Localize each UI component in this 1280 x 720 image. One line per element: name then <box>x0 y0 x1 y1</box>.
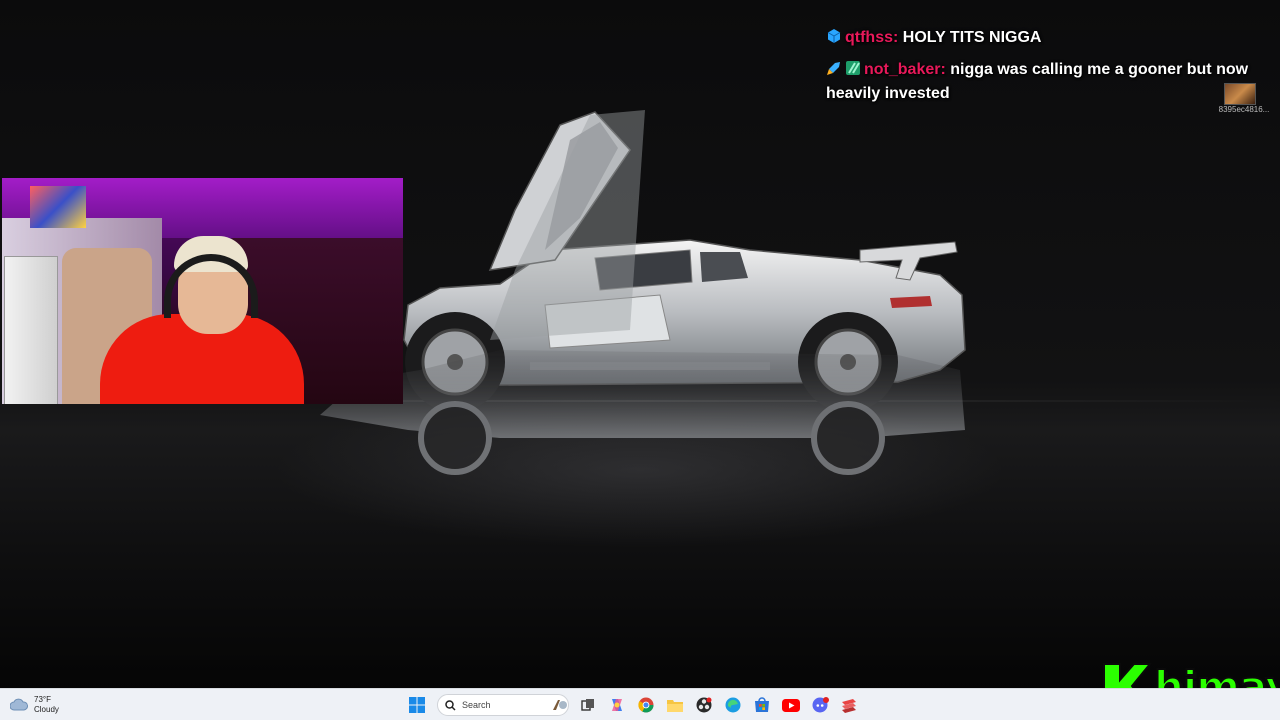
cloudy-weather-icon <box>10 698 28 711</box>
search-highlight-icon <box>553 700 567 710</box>
stream-screen: qtfhss: HOLY TITS NIGGA not_baker: nigga… <box>0 0 1280 720</box>
search-icon <box>445 699 456 711</box>
weather-widget[interactable]: 73°F Cloudy <box>10 693 59 717</box>
weather-temp: 73°F <box>34 695 51 704</box>
task-view-button[interactable] <box>575 692 601 718</box>
microsoft-store-icon <box>755 697 769 712</box>
chat-text: HOLY TITS NIGGA <box>902 29 1042 46</box>
chat-message: not_baker: nigga was calling me a gooner… <box>826 58 1278 106</box>
edge-icon <box>725 697 741 713</box>
cube-badge-icon <box>827 29 841 43</box>
lamborghini-car-image <box>320 110 966 475</box>
webcam-poster <box>30 186 86 228</box>
chrome-button[interactable] <box>633 692 659 718</box>
stripes-badge-icon <box>846 61 860 75</box>
stack-app-button[interactable] <box>836 692 862 718</box>
edge-button[interactable] <box>720 692 746 718</box>
windows-start-icon <box>409 697 425 713</box>
stack-app-icon <box>842 699 856 713</box>
youtube-button[interactable] <box>778 692 804 718</box>
obs-button[interactable] <box>691 692 717 718</box>
rocket-badge-icon <box>827 62 840 75</box>
weather-text: 73°F Cloudy <box>34 695 59 715</box>
windows-taskbar: 73°F Cloudy Search <box>0 688 1280 720</box>
microsoft-store-button[interactable] <box>749 692 775 718</box>
emote-caption: 8395ec4816... <box>1218 105 1270 114</box>
windows-start-button[interactable] <box>404 692 430 718</box>
file-explorer-button[interactable] <box>662 692 688 718</box>
obs-icon <box>696 697 712 713</box>
discord-icon <box>812 697 829 713</box>
chrome-icon <box>638 697 654 713</box>
file-explorer-icon <box>667 700 683 712</box>
task-view-icon <box>581 699 594 711</box>
taskbar-apps: Search <box>404 692 865 718</box>
streamer-webcam <box>2 178 403 404</box>
taskbar-search-box[interactable]: Search <box>437 694 569 716</box>
chat-username: not_baker: <box>864 61 946 78</box>
discord-button[interactable] <box>807 692 833 718</box>
search-placeholder: Search <box>462 700 491 710</box>
chat-username: qtfhss: <box>845 29 899 46</box>
chat-overlay: qtfhss: HOLY TITS NIGGA not_baker: nigga… <box>826 26 1278 114</box>
youtube-icon <box>782 698 800 712</box>
webcam-pc-case <box>4 256 58 404</box>
copilot-button[interactable] <box>604 692 630 718</box>
chat-message: qtfhss: HOLY TITS NIGGA <box>826 26 1278 50</box>
copilot-icon <box>612 699 622 711</box>
emote-thumbnail <box>1224 83 1256 105</box>
weather-condition: Cloudy <box>34 705 59 714</box>
